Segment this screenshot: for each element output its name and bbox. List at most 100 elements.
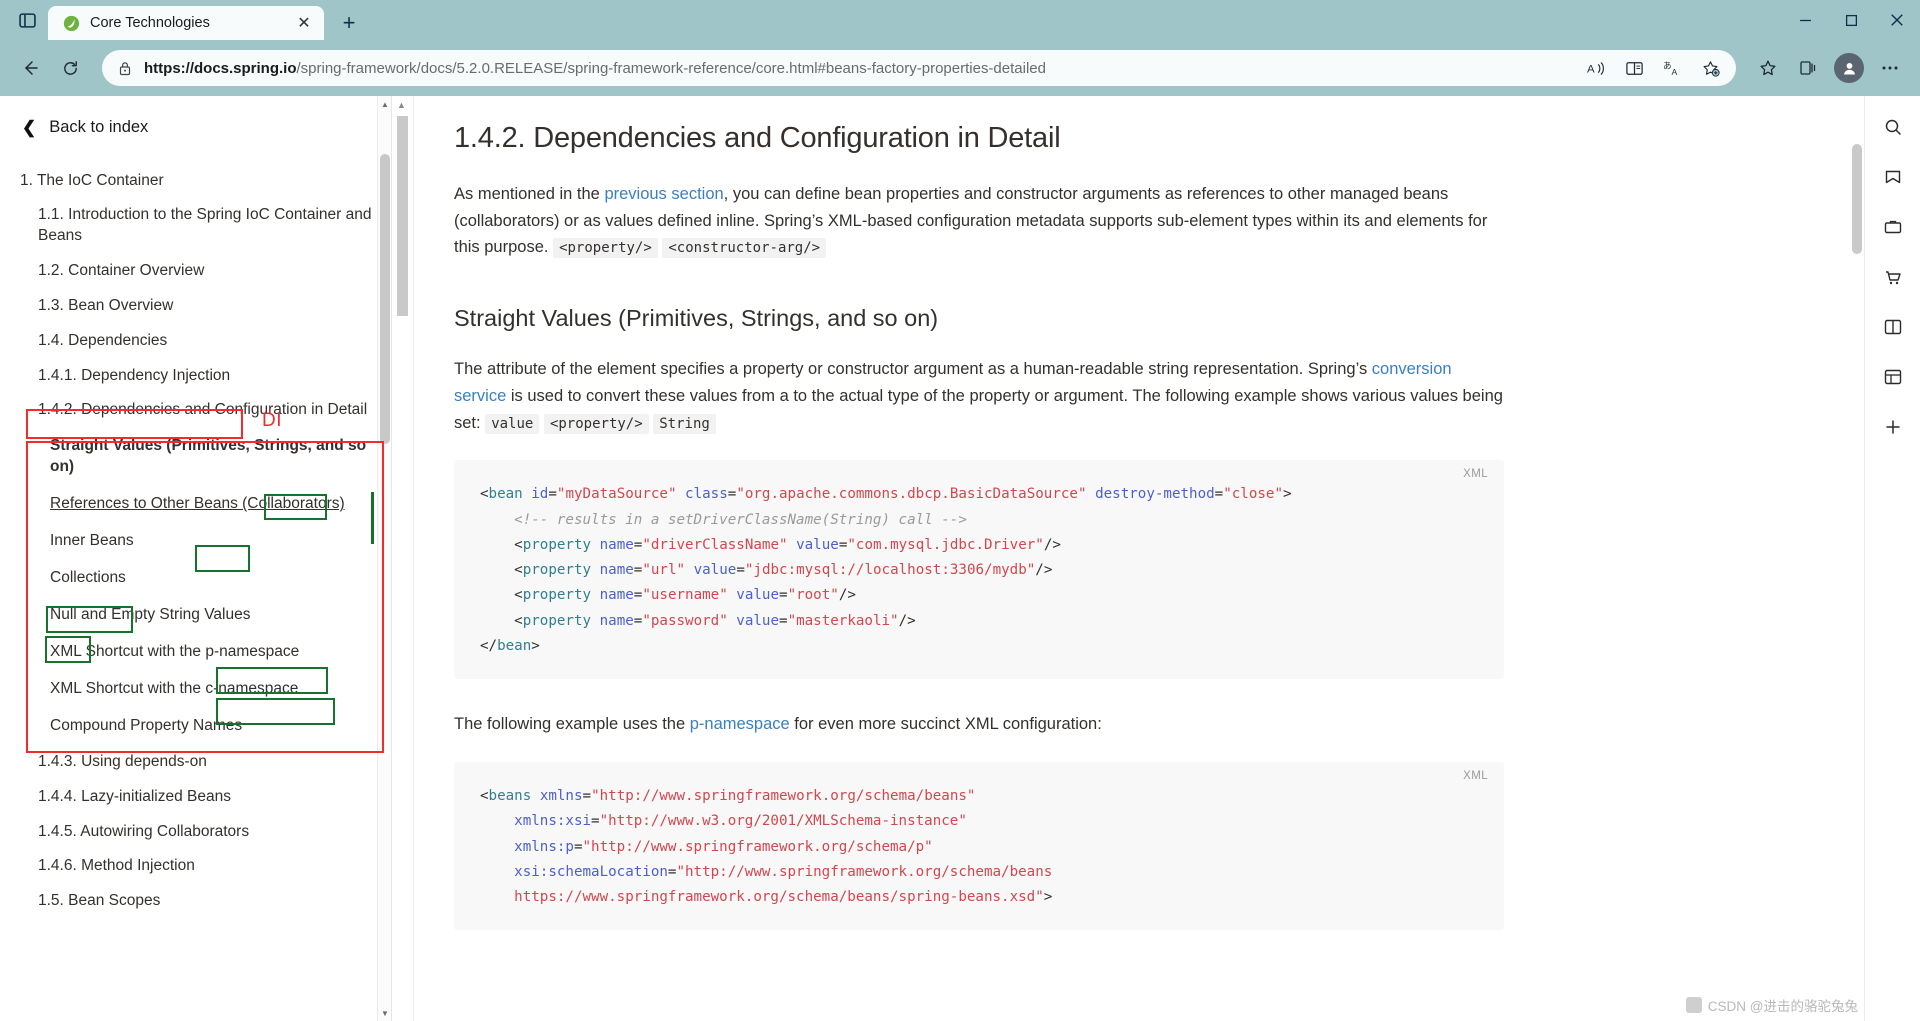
translate-icon[interactable]: あA (1654, 50, 1690, 86)
toc-item-label: 1.4.2. Dependencies and Configuration in… (38, 401, 368, 419)
document-body: 1.4.2. Dependencies and Configuration in… (414, 96, 1920, 1021)
tab-title: Core Technologies (90, 15, 210, 31)
toc-item-3[interactable]: 1.3. Bean Overview (18, 289, 373, 324)
toc-item-4[interactable]: 1.4. Dependencies (18, 324, 373, 359)
browser-window: Core Technologies ✕ + https://docs.sprin… (0, 0, 1920, 1021)
toc-item-15[interactable]: 1.4.3. Using depends-on (18, 745, 373, 780)
svg-text:A: A (1587, 63, 1595, 75)
toc-item-label: 1.4. Dependencies (38, 331, 168, 349)
toc-item-17[interactable]: 1.4.5. Autowiring Collaborators (18, 815, 373, 850)
property-tag-code-2: <property/> (543, 413, 649, 434)
close-icon[interactable]: ✕ (292, 11, 316, 35)
straight-values-paragraph: The attribute of the element specifies a… (454, 356, 1504, 436)
toc-item-label: Straight Values (Primitives, Strings, an… (50, 437, 367, 476)
chevron-left-icon: ❮ (22, 118, 37, 137)
add-icon[interactable] (1876, 410, 1910, 444)
toc-item-label: 1.3. Bean Overview (38, 296, 174, 314)
scroll-up-arrow-icon[interactable]: ▲ (378, 96, 391, 112)
intro-paragraph: As mentioned in the previous section, yo… (454, 181, 1504, 261)
close-icon[interactable] (1874, 0, 1920, 40)
code-language-label: XML (1463, 770, 1488, 782)
toc-item-8[interactable]: References to Other Beans (Collaborators… (18, 486, 373, 523)
collections-icon[interactable] (1790, 50, 1826, 86)
sidebar-scroll-thumb[interactable] (380, 154, 390, 444)
constructor-arg-tag-code: <constructor-arg/> (662, 238, 827, 259)
toc-item-9[interactable]: Inner Beans (18, 523, 373, 560)
p-namespace-link[interactable]: p-namespace (690, 715, 790, 733)
toc-item-5[interactable]: 1.4.1. Dependency Injection (18, 359, 373, 394)
toc-item-0[interactable]: 1. The IoC Container (18, 165, 373, 198)
toc-item-12[interactable]: XML Shortcut with the p-namespace (18, 634, 373, 671)
code-language-label: XML (1463, 468, 1488, 481)
section-heading-straight-values: Straight Values (Primitives, Strings, an… (454, 305, 939, 332)
read-aloud-icon[interactable]: A (1578, 50, 1614, 86)
page-scroll-thumb[interactable] (1852, 144, 1862, 254)
url-protocol-host: https://docs.spring.io (144, 59, 297, 77)
toc-item-16[interactable]: 1.4.4. Lazy-initialized Beans (18, 780, 373, 815)
maximize-icon[interactable] (1828, 0, 1874, 40)
toc-item-18[interactable]: 1.4.6. Method Injection (18, 849, 373, 884)
di-annotation-label: DI (262, 410, 282, 431)
table-of-contents: 1. The IoC Container 1.1. Introduction to… (18, 165, 373, 919)
toc-item-label: 1.4.4. Lazy-initialized Beans (38, 787, 232, 805)
browser-tab[interactable]: Core Technologies ✕ (48, 6, 324, 40)
add-favorite-icon[interactable] (1692, 50, 1728, 86)
value-attr-code: value (485, 413, 540, 434)
code-block-xml-1[interactable]: XML <bean id="myDataSource" class="org.a… (454, 460, 1504, 680)
toc-item-2[interactable]: 1.2. Container Overview (18, 254, 373, 289)
tab-sidebar-icon[interactable] (6, 0, 48, 40)
reload-icon[interactable] (52, 50, 88, 86)
toc-item-label: Null and Empty String Values (50, 605, 251, 623)
browser-titlebar: Core Technologies ✕ + (0, 0, 1920, 40)
toc-item-11[interactable]: Null and Empty String Values (18, 597, 373, 634)
toc-item-10[interactable]: Collections (18, 560, 373, 597)
toc-item-label: 1.4.1. Dependency Injection (38, 366, 231, 384)
mid-text-a: The following example uses the (454, 715, 690, 734)
scroll-down-arrow-icon[interactable]: ▼ (378, 1005, 391, 1021)
mid-text-b: for even more succinct XML configuration… (789, 715, 1102, 734)
scroll-up-arrow-icon[interactable]: ▲ (397, 100, 406, 110)
content-scroll-thumb[interactable] (397, 116, 408, 316)
settings-more-icon[interactable] (1872, 50, 1908, 86)
new-tab-button[interactable]: + (332, 6, 366, 40)
content-inner-scrollbar[interactable]: ▲ (392, 96, 414, 1021)
back-to-index-link[interactable]: ❮ Back to index (22, 118, 373, 137)
back-to-index-label: Back to index (49, 118, 149, 136)
sidebar-scrollbar[interactable]: ▲ ▼ (377, 96, 391, 1021)
toc-item-19[interactable]: 1.5. Bean Scopes (18, 884, 373, 919)
toc-item-6[interactable]: 1.4.2. Dependencies and Configuration in… (18, 393, 373, 428)
apps-icon[interactable] (1876, 360, 1910, 394)
bookmark-icon[interactable] (1876, 160, 1910, 194)
toc-item-label: Collections (50, 569, 126, 587)
search-icon[interactable] (1876, 110, 1910, 144)
toc-item-1[interactable]: 1.1. Introduction to the Spring IoC Cont… (18, 198, 373, 254)
intro-text-a: As mentioned in the (454, 185, 605, 203)
doc-sidebar-content: ❮ Back to index 1. The IoC Container 1.1.… (0, 96, 391, 919)
window-controls (1782, 0, 1920, 40)
toc-item-label: 1.2. Container Overview (38, 261, 205, 279)
favorites-icon[interactable] (1750, 50, 1786, 86)
page-scrollbar[interactable] (1850, 96, 1864, 1021)
address-bar[interactable]: https://docs.spring.io/spring-framework/… (102, 50, 1736, 86)
toc-item-label: 1. The IoC Container (20, 172, 164, 189)
toc-item-label: Inner Beans (50, 532, 134, 550)
briefcase-icon[interactable] (1876, 210, 1910, 244)
toc-item-7[interactable]: Straight Values (Primitives, Strings, an… (18, 428, 373, 486)
split-screen-icon[interactable] (1876, 310, 1910, 344)
code-block-xml-2[interactable]: XML <beans xmlns="http://www.springframe… (454, 762, 1504, 931)
doc-sidebar: ❮ Back to index 1. The IoC Container 1.1.… (0, 96, 392, 1021)
browser-toolbar: https://docs.spring.io/spring-framework/… (0, 40, 1920, 96)
previous-section-link[interactable]: previous section (604, 185, 723, 203)
back-arrow-icon[interactable] (12, 50, 48, 86)
profile-icon[interactable] (1834, 53, 1864, 83)
minimize-icon[interactable] (1782, 0, 1828, 40)
browser-side-rail (1864, 96, 1920, 1021)
watermark-text: CSDN @进击的骆驼兔兔 (1707, 999, 1858, 1014)
shopping-icon[interactable] (1876, 260, 1910, 294)
toc-item-label: XML Shortcut with the p-namespace (50, 642, 300, 660)
immersive-reader-icon[interactable] (1616, 50, 1652, 86)
toc-item-14[interactable]: Compound Property Names (18, 708, 373, 745)
svg-text:あ: あ (1663, 60, 1672, 70)
code-content: <bean id="myDataSource" class="org.apach… (480, 486, 1292, 654)
toc-item-13[interactable]: XML Shortcut with the c-namespace (18, 671, 373, 708)
